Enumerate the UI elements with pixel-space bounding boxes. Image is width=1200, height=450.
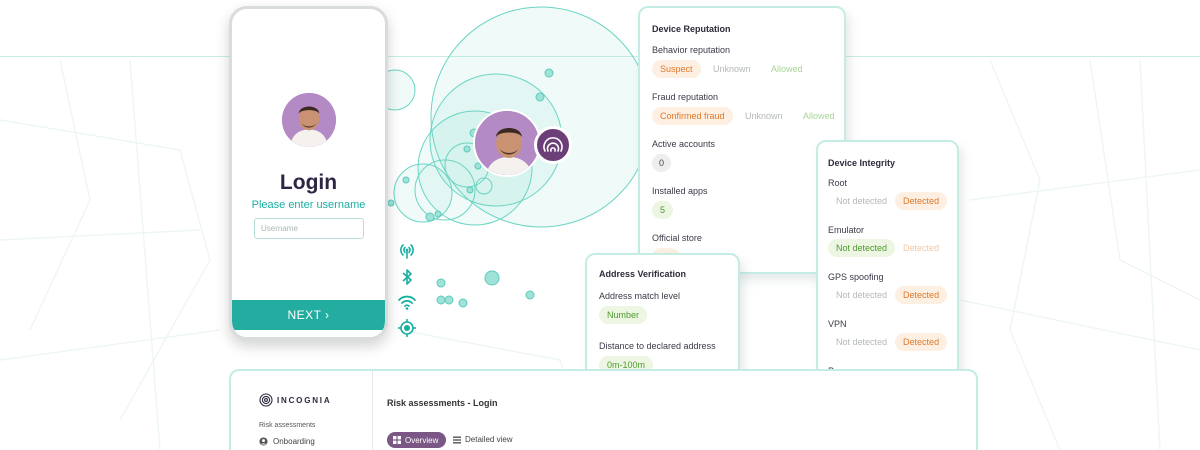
address-match-label: Address match level: [599, 291, 681, 301]
device-reputation-card: Device Reputation Behavior reputation Su…: [638, 6, 846, 274]
integrity-row-label: Root: [828, 178, 848, 188]
installed-apps-value: 5: [652, 201, 674, 219]
signal-icon: [400, 244, 414, 259]
list-icon: [453, 436, 461, 443]
option-detected: Detected: [895, 192, 948, 210]
option-not-detected: Not detected: [828, 239, 896, 257]
option-unknown: Unknown: [712, 64, 751, 74]
installed-apps-label: Installed apps: [652, 186, 708, 196]
sidebar-item-onboarding[interactable]: Onboarding: [259, 437, 315, 446]
official-store-label: Official store: [652, 233, 702, 243]
option-not-detected: Not detected: [836, 337, 888, 347]
behavior-reputation-label: Behavior reputation: [652, 45, 731, 55]
phone-mockup: Login Please enter username NEXT ›: [229, 6, 388, 340]
dashboard-panel: INCOGNIA Risk assessments Onboarding Ris…: [229, 369, 978, 450]
integrity-row-options: Not detected Detected: [828, 191, 948, 210]
address-match-value: Number: [599, 306, 648, 324]
tab-overview[interactable]: Overview: [387, 432, 447, 448]
option-not-detected: Not detected: [836, 196, 888, 206]
dashboard-title: Risk assessments - Login: [387, 398, 498, 408]
user-circle-icon: [259, 437, 268, 446]
grid-icon: [393, 436, 401, 444]
gps-icon: [398, 319, 416, 337]
incognia-logo-icon: [259, 393, 273, 407]
tab-detailed-view[interactable]: Detailed view: [453, 435, 513, 444]
option-detected: Detected: [903, 243, 940, 253]
user-avatar-center: [473, 109, 541, 177]
card-title: Address Verification: [599, 269, 687, 279]
behavior-reputation-options: Suspect Unknown Allowed: [652, 59, 811, 78]
integrity-row-options: Not detected Detected: [828, 285, 948, 304]
dashboard-sidebar: INCOGNIA Risk assessments Onboarding: [231, 371, 373, 450]
username-input[interactable]: [254, 218, 364, 239]
integrity-row-label: GPS spoofing: [828, 272, 884, 282]
tab-label: Overview: [405, 435, 439, 445]
option-not-detected: Not detected: [836, 290, 888, 300]
fraud-reputation-label: Fraud reputation: [652, 92, 719, 102]
option-suspect: Suspect: [652, 60, 701, 78]
next-button[interactable]: NEXT ›: [232, 300, 385, 330]
option-detected: Detected: [895, 286, 948, 304]
person-icon: [282, 93, 336, 147]
sidebar-section-title: Risk assessments: [259, 422, 316, 429]
integrity-row-options: Not detected Detected: [828, 238, 947, 257]
fraud-reputation-options: Confirmed fraud Unknown Allowed: [652, 106, 843, 125]
login-title: Login: [279, 171, 338, 194]
option-detected: Detected: [895, 333, 948, 351]
option-allowed: Allowed: [802, 111, 835, 121]
option-confirmed-fraud: Confirmed fraud: [652, 107, 733, 125]
wifi-icon: [398, 295, 416, 310]
integrity-row-label: Emulator: [828, 225, 865, 235]
logo-text: INCOGNIA: [277, 396, 332, 405]
login-subtitle: Please enter username: [251, 199, 366, 211]
bluetooth-icon: [402, 269, 412, 285]
option-allowed: Allowed: [770, 64, 803, 74]
card-title: Device Integrity: [828, 158, 896, 168]
active-accounts-label: Active accounts: [652, 139, 716, 149]
distance-label: Distance to declared address: [599, 341, 716, 351]
tab-label: Detailed view: [465, 435, 513, 444]
user-avatar: [282, 93, 336, 147]
integrity-row-label: VPN: [828, 319, 847, 329]
fingerprint-badge: [534, 126, 572, 164]
option-unknown: Unknown: [744, 111, 783, 121]
phone-bezel: [232, 330, 385, 337]
sidebar-item-label: Onboarding: [273, 437, 315, 446]
card-title: Device Reputation: [652, 24, 731, 34]
active-accounts-value: 0: [652, 154, 672, 172]
fingerprint-icon: [543, 137, 563, 152]
integrity-row-options: Not detected Detected: [828, 332, 948, 351]
